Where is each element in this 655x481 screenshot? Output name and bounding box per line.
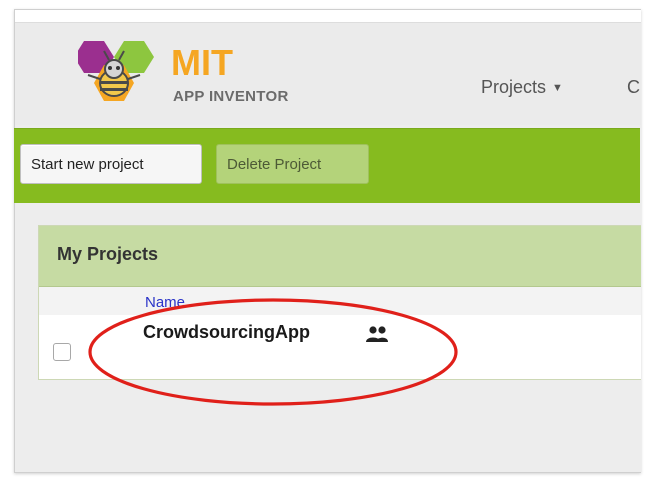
people-icon [366,326,388,342]
projects-menu[interactable]: Projects ▼ [481,77,563,98]
panel-title: My Projects [57,244,159,264]
my-projects-panel: My Projects Name CrowdsourcingApp [38,225,641,380]
delete-project-button[interactable]: Delete Project [216,144,369,184]
table-row[interactable]: CrowdsourcingApp [39,315,641,369]
column-header-row: Name [39,287,641,315]
start-new-project-button[interactable]: Start new project [20,144,202,184]
top-band [15,10,641,22]
bee-icon [78,41,154,101]
projects-menu-label: Projects [481,77,547,97]
panel-header: My Projects [39,226,641,287]
caret-down-icon: ▼ [552,82,563,94]
logo-title: MIT [171,42,233,83]
next-menu-item[interactable]: C [627,77,640,98]
project-name[interactable]: CrowdsourcingApp [143,322,310,343]
project-checkbox[interactable] [53,343,71,361]
logo-subtitle: APP INVENTOR [173,88,289,105]
project-toolbar: Start new project Delete Project [14,128,640,203]
name-column-header[interactable]: Name [145,294,185,311]
app-header: MIT APP INVENTOR Projects ▼ C [15,22,641,125]
